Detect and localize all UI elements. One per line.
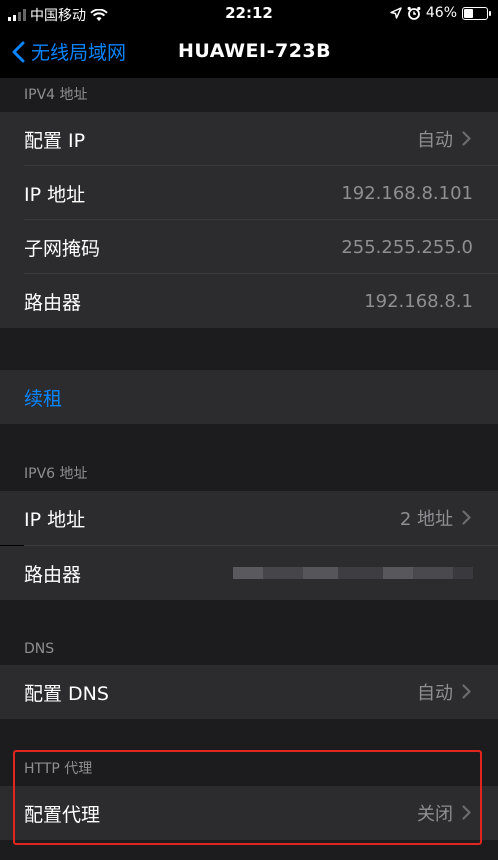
annotation-highlight-box <box>13 750 482 845</box>
status-bar: 中国移动 22:12 46% <box>0 0 498 28</box>
battery-percent: 46% <box>425 5 457 21</box>
row-label: 路由器 <box>24 291 82 314</box>
row-label: IP 地址 <box>24 508 86 531</box>
row-router: 路由器 192.168.8.1 <box>0 274 498 328</box>
redacted-value <box>233 567 473 579</box>
back-button[interactable]: 无线局域网 <box>12 38 126 65</box>
battery-fill <box>464 8 474 18</box>
row-label: 配置 DNS <box>24 682 109 705</box>
back-label: 无线局域网 <box>31 42 127 64</box>
chevron-right-icon <box>462 510 471 525</box>
chevron-right-icon <box>462 684 471 699</box>
row-value: 自动 <box>417 130 453 151</box>
row-value: 2 地址 <box>399 509 453 530</box>
battery-icon <box>462 6 491 20</box>
row-ipv6-address[interactable]: IP 地址 2 地址 <box>0 491 498 545</box>
row-value: 192.168.8.1 <box>364 290 473 312</box>
section-gap <box>0 328 498 370</box>
section-header-ipv6: IPV6 地址 <box>0 424 498 491</box>
nav-bar: 无线局域网 HUAWEI-723B <box>0 28 498 78</box>
section-header-ipv4: IPV4 地址 <box>0 78 498 112</box>
renew-lease-label: 续租 <box>24 387 63 410</box>
alarm-icon <box>407 6 421 20</box>
status-right: 46% <box>390 5 491 21</box>
row-configure-ip[interactable]: 配置 IP 自动 <box>0 112 498 166</box>
row-subnet-mask: 子网掩码 255.255.255.0 <box>0 220 498 274</box>
row-label: 子网掩码 <box>24 237 101 260</box>
chevron-left-icon <box>12 41 25 62</box>
chevron-right-icon <box>462 131 471 146</box>
renew-lease-button[interactable]: 续租 <box>0 370 498 424</box>
row-label: 配置 IP <box>24 129 86 152</box>
row-configure-dns[interactable]: 配置 DNS 自动 <box>0 665 498 719</box>
location-icon <box>390 7 402 19</box>
row-ipv6-router: 路由器 <box>0 546 498 600</box>
row-label: IP 地址 <box>24 183 86 206</box>
section-header-dns: DNS <box>0 600 498 665</box>
page-title: HUAWEI-723B <box>178 40 332 62</box>
row-value: 255.255.255.0 <box>341 236 473 258</box>
row-label: 路由器 <box>24 563 82 586</box>
row-ip-address: IP 地址 192.168.8.101 <box>0 166 498 220</box>
row-value: 192.168.8.101 <box>341 182 473 204</box>
row-value: 自动 <box>417 683 453 704</box>
